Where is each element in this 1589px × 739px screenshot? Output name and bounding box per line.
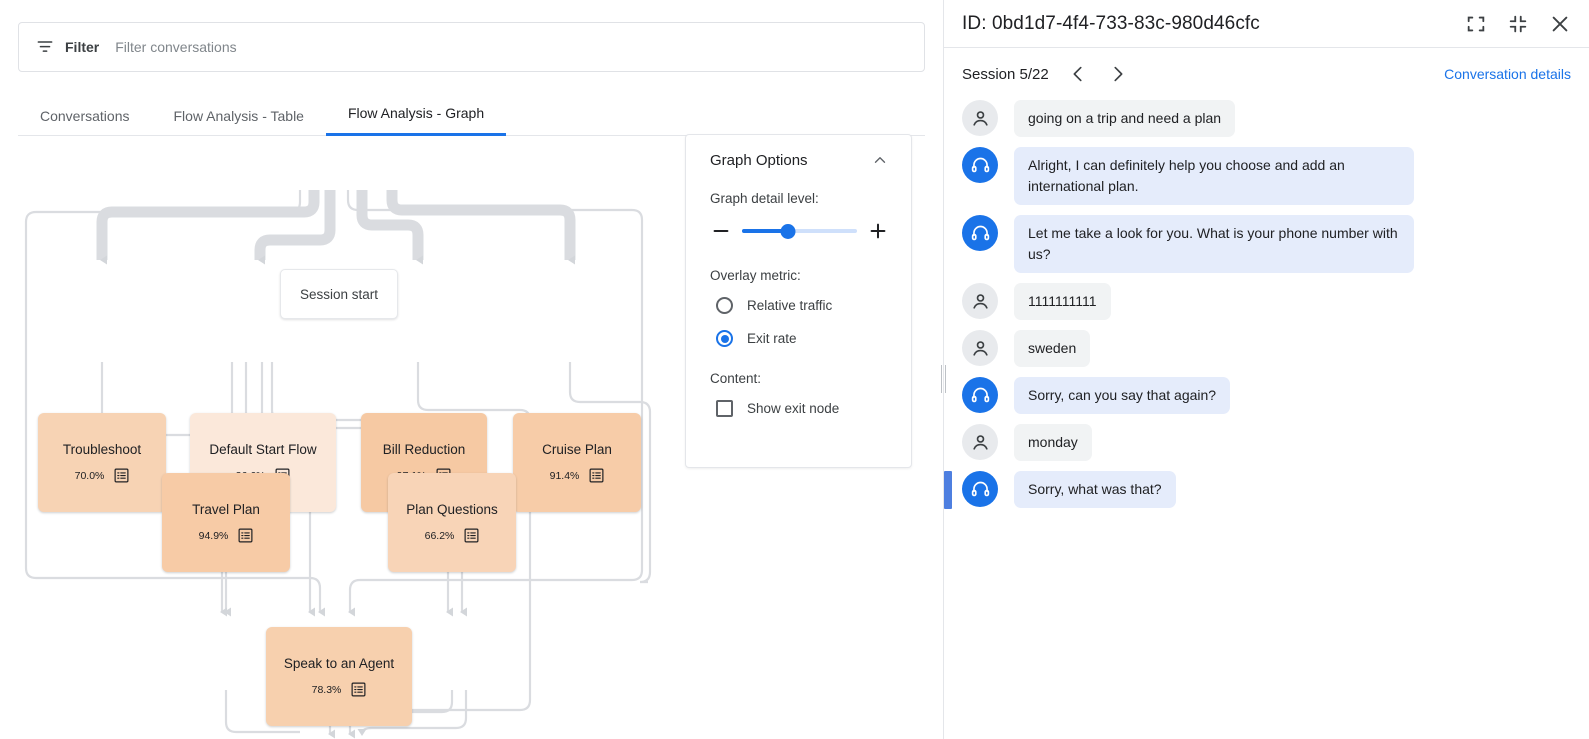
node-exit-rate: 70.0% [75,470,105,482]
avatar-user [962,424,998,460]
chevron-up-icon[interactable] [871,151,889,169]
node-meta: 66.2% [425,528,480,543]
graph-node-travel-plan[interactable]: Travel Plan 94.9% [162,473,290,572]
chevron-left-icon[interactable] [1067,63,1089,85]
active-message-marker [944,471,952,509]
graph-node-speak-to-an-agent[interactable]: Speak to an Agent 78.3% [266,627,412,726]
radio-label: Exit rate [747,331,797,346]
content-label: Content: [710,371,889,386]
node-meta: 70.0% [75,468,130,483]
slider-thumb[interactable] [781,224,796,239]
graph-detail-level-label: Graph detail level: [710,191,889,206]
message-row: Sorry, can you say that again? [962,377,1571,414]
conversation-pane: ID: 0bd1d7-4f4-733-83c-980d46cfc Session… [944,0,1589,739]
list-icon[interactable] [114,468,129,483]
message-bubble: Sorry, can you say that again? [1014,377,1230,414]
radio-icon-selected [716,330,733,347]
radio-label: Relative traffic [747,298,832,313]
node-meta: 78.3% [312,682,367,697]
conversation-details-link[interactable]: Conversation details [1444,66,1571,82]
graph-node-troubleshoot[interactable]: Troubleshoot 70.0% [38,413,166,512]
close-icon[interactable] [1549,13,1571,35]
avatar-agent [962,377,998,413]
graph-node-cruise-plan[interactable]: Cruise Plan 91.4% [513,413,641,512]
minus-icon[interactable] [710,220,732,242]
filter-icon [35,37,55,57]
message-row: Alright, I can definitely help you choos… [962,147,1571,205]
list-icon[interactable] [238,528,253,543]
graph-options-panel: Graph Options Graph detail level: Ove [685,134,912,468]
fullscreen-icon[interactable] [1465,13,1487,35]
node-exit-rate: 91.4% [550,470,580,482]
radio-exit-rate[interactable]: Exit rate [710,330,889,347]
node-exit-rate: 94.9% [199,530,229,542]
checkbox-show-exit-node[interactable]: Show exit node [710,400,889,417]
plus-icon[interactable] [867,220,889,242]
message-bubble: monday [1014,424,1092,461]
graph-detail-slider-row [710,220,889,242]
radio-relative-traffic[interactable]: Relative traffic [710,297,889,314]
avatar-agent [962,147,998,183]
message-list: going on a trip and need a plan Alright,… [944,100,1589,508]
session-counter: Session 5/22 [962,66,1049,83]
message-bubble: 1111111111 [1014,283,1111,320]
node-label: Bill Reduction [377,442,472,458]
node-label: Plan Questions [400,502,504,518]
message-bubble: Let me take a look for you. What is your… [1014,215,1414,273]
filter-label: Filter [65,39,99,55]
overlay-metric-label: Overlay metric: [710,268,889,283]
conversation-header: ID: 0bd1d7-4f4-733-83c-980d46cfc [944,0,1589,48]
conversation-id: ID: 0bd1d7-4f4-733-83c-980d46cfc [962,13,1445,35]
message-row: Let me take a look for you. What is your… [962,215,1571,273]
message-row-active: Sorry, what was that? [962,471,1571,508]
message-bubble: going on a trip and need a plan [1014,100,1235,137]
node-exit-rate: 66.2% [425,530,455,542]
checkbox-label: Show exit node [747,401,839,416]
avatar-user [962,100,998,136]
graph-node-plan-questions[interactable]: Plan Questions 66.2% [388,473,516,572]
checkbox-icon [716,400,733,417]
message-row: going on a trip and need a plan [962,100,1571,137]
graph-options-header[interactable]: Graph Options [710,151,889,169]
pane-resize-handle[interactable] [938,362,948,396]
node-label: Troubleshoot [57,442,147,458]
node-meta: 91.4% [550,468,605,483]
message-bubble: Sorry, what was that? [1014,471,1176,508]
message-row: 1111111111 [962,283,1571,320]
message-row: monday [962,424,1571,461]
message-row: sweden [962,330,1571,367]
left-pane: Filter Conversations Flow Analysis - Tab… [0,0,944,739]
radio-icon [716,297,733,314]
list-icon[interactable] [589,468,604,483]
message-bubble: sweden [1014,330,1090,367]
graph-detail-slider[interactable] [742,229,857,233]
search-input[interactable] [115,39,908,55]
list-icon[interactable] [464,528,479,543]
graph-node-session-start[interactable]: Session start [280,269,398,319]
avatar-user [962,330,998,366]
avatar-agent [962,215,998,251]
node-label: Travel Plan [186,502,266,518]
chevron-right-icon[interactable] [1107,63,1129,85]
collapse-icon[interactable] [1507,13,1529,35]
list-icon[interactable] [351,682,366,697]
session-nav: Session 5/22 Conversation details [944,48,1589,100]
app-root: Filter Conversations Flow Analysis - Tab… [0,0,1589,739]
graph-options-title: Graph Options [710,152,808,169]
node-label: Cruise Plan [536,442,618,458]
message-bubble: Alright, I can definitely help you choos… [1014,147,1414,205]
node-label: Speak to an Agent [278,656,400,672]
filter-bar[interactable]: Filter [18,22,925,72]
node-meta: 94.9% [199,528,254,543]
node-label: Default Start Flow [203,442,322,458]
avatar-agent [962,471,998,507]
avatar-user [962,283,998,319]
node-exit-rate: 78.3% [312,684,342,696]
